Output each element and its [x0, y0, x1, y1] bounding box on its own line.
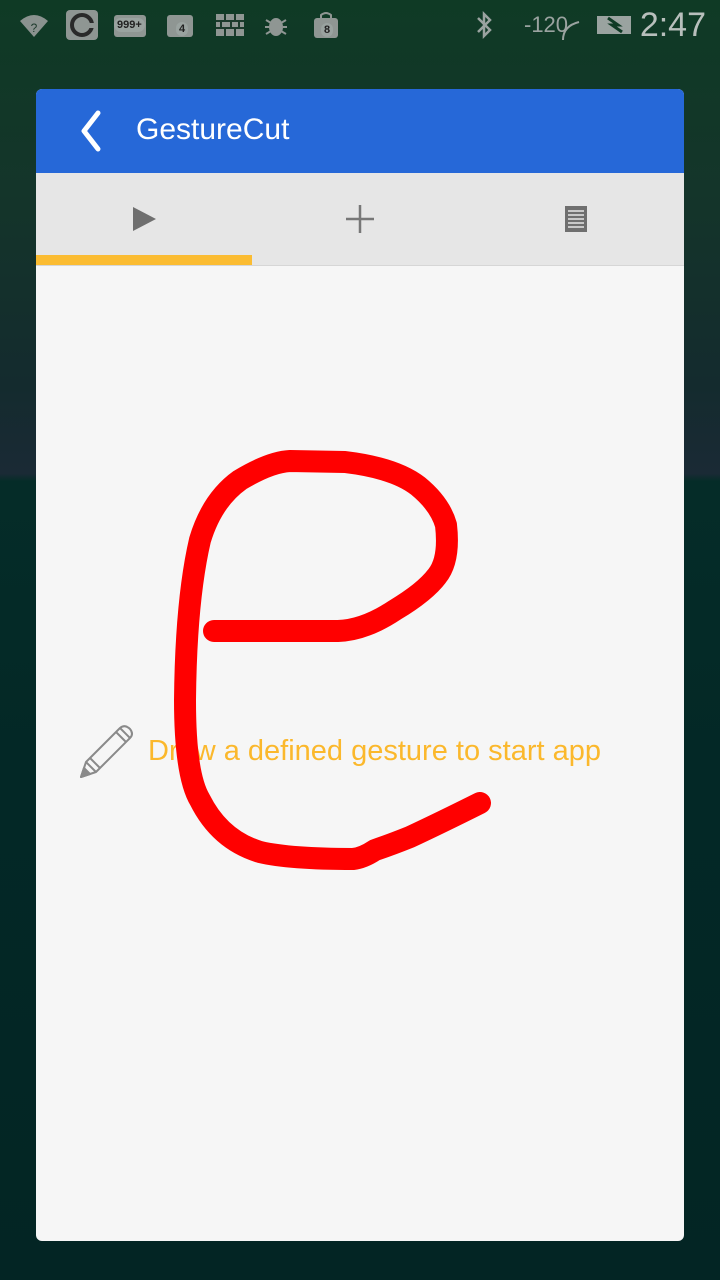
- bug-icon: [260, 10, 292, 40]
- app-bar: GestureCut: [36, 89, 684, 173]
- tab-indicator: [36, 255, 252, 265]
- tab-bar: [36, 173, 684, 266]
- battery-icon: [596, 10, 634, 40]
- pencil-icon: [80, 725, 133, 778]
- app-c-icon: [66, 10, 98, 40]
- bag-8-icon: 8: [310, 10, 342, 40]
- signal-icon: [560, 16, 584, 46]
- badge-4: 4: [176, 22, 189, 36]
- app-title: GestureCut: [136, 113, 290, 146]
- bluetooth-icon: [468, 10, 500, 40]
- tab-add-gesture[interactable]: [252, 173, 468, 265]
- wifi-icon: ?: [18, 10, 50, 40]
- tab-run-gesture[interactable]: [36, 173, 252, 265]
- notification-4-icon: 4: [164, 10, 196, 40]
- gesture-canvas[interactable]: Draw a defined gesture to start app: [36, 266, 684, 1241]
- badge-8: 8: [321, 23, 334, 37]
- svg-text:?: ?: [31, 21, 38, 35]
- badge-999: 999+: [114, 18, 145, 32]
- notification-999-icon: 999+: [112, 10, 148, 40]
- plus-icon: [346, 205, 374, 233]
- status-bar: ? 999+ 4 8 -120 2:47: [0, 0, 720, 50]
- back-button[interactable]: [74, 109, 114, 153]
- chevron-left-icon: [81, 110, 101, 152]
- wall-icon: [214, 10, 246, 40]
- hint-text: Draw a defined gesture to start app: [148, 735, 601, 767]
- gesture-hint: Draw a defined gesture to start app: [78, 722, 678, 782]
- tab-gesture-list[interactable]: [468, 173, 684, 265]
- clock: 2:47: [639, 6, 706, 44]
- play-icon: [133, 207, 156, 231]
- list-icon: [565, 206, 587, 232]
- gesturecut-dialog: GestureCut Draw a defined gesture to sta…: [36, 89, 684, 1241]
